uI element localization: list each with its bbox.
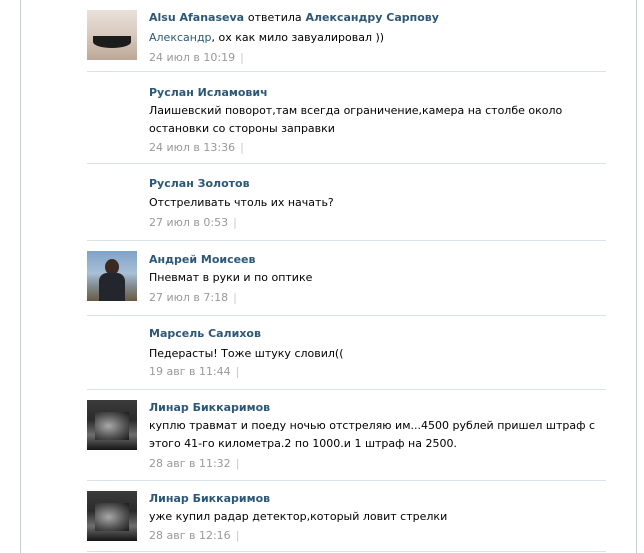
- meta-separator: |: [240, 141, 244, 154]
- comment-meta: 27 июл в 7:18 |: [149, 291, 237, 304]
- author-name[interactable]: Alsu Afanaseva: [149, 11, 244, 24]
- avatar[interactable]: [87, 491, 137, 541]
- comment-text: Александр, ох как мило завуалировал )): [149, 29, 604, 47]
- comment-date[interactable]: 27 июл в 0:53: [149, 216, 228, 229]
- comment-meta: 28 авг в 12:16 |: [149, 529, 239, 542]
- avatar-photo: [95, 503, 129, 531]
- meta-separator: |: [240, 51, 244, 64]
- comment-item: Alsu Afanaseva ответила Александру Сарпо…: [87, 0, 606, 72]
- author-name[interactable]: Андрей Моисеев: [149, 253, 255, 266]
- avatar-photo: [95, 412, 129, 440]
- comment-date[interactable]: 28 авг в 12:16: [149, 529, 231, 542]
- comment-text: уже купил радар детектор,который ловит с…: [149, 510, 448, 523]
- comment-meta: 24 июл в 10:19 |: [149, 51, 244, 64]
- reply-to-link[interactable]: Александру Сарпову: [305, 11, 438, 24]
- avatar-body: [99, 273, 125, 301]
- comment-text: Педерасты! Тоже штуку словил((: [149, 347, 344, 360]
- meta-separator: |: [235, 457, 240, 470]
- avatar[interactable]: [87, 10, 137, 60]
- left-border: [20, 0, 21, 553]
- comment-date[interactable]: 24 июл в 10:19: [149, 51, 235, 64]
- comment-date[interactable]: 24 июл в 13:36: [149, 141, 235, 154]
- comment-item: Руслан Золотов Отстреливать чтоль их нач…: [87, 164, 606, 241]
- comment-text: куплю травмат и поеду ночью отстреляю им…: [149, 419, 596, 450]
- comment-meta: 28 авг в 11:32 |: [149, 457, 239, 470]
- comment-date[interactable]: 19 авг в 11:44: [149, 365, 231, 378]
- comment-item: Андрей Моисеев Пневмат в руки и по оптик…: [87, 241, 606, 316]
- author-name[interactable]: Линар Биккаримов: [149, 492, 270, 505]
- comment-item: Линар Биккаримов куплю травмат и поеду н…: [87, 390, 606, 481]
- meta-separator: |: [233, 291, 237, 304]
- avatar-photo: [93, 36, 131, 48]
- author-name[interactable]: Руслан Золотов: [149, 177, 250, 190]
- avatar[interactable]: [87, 251, 137, 301]
- author-name[interactable]: Марсель Салихов: [149, 327, 261, 340]
- comment-body: , ох как мило завуалировал )): [211, 31, 385, 44]
- action-text: ответила: [247, 11, 302, 24]
- author-name[interactable]: Линар Биккаримов: [149, 401, 270, 414]
- meta-separator: |: [233, 216, 237, 229]
- comment-date[interactable]: 28 авг в 11:32: [149, 457, 231, 470]
- author-name[interactable]: Руслан Исламович: [149, 86, 268, 99]
- comment-item: Марсель Салихов Педерасты! Тоже штуку сл…: [87, 316, 606, 390]
- right-border: [636, 0, 637, 553]
- comment-meta: 19 авг в 11:44 |: [149, 365, 239, 378]
- comment-text: Отстреливать чтоль их начать?: [149, 196, 334, 209]
- comment-item: Руслан Исламович Лаишевский поворот,там …: [87, 72, 606, 164]
- mention-link[interactable]: Александр: [149, 31, 212, 44]
- comment-date[interactable]: 27 июл в 7:18: [149, 291, 228, 304]
- comment-text: Лаишевский поворот,там всегда ограничени…: [149, 104, 563, 135]
- comment-list: Alsu Afanaseva ответила Александру Сарпо…: [87, 0, 606, 552]
- comment-text: Пневмат в руки и по оптике: [149, 271, 313, 284]
- comment-item: Линар Биккаримов уже купил радар детекто…: [87, 481, 606, 552]
- comment-meta: 27 июл в 0:53 |: [149, 216, 237, 229]
- avatar[interactable]: [87, 400, 137, 450]
- meta-separator: |: [235, 529, 240, 542]
- comment-header: Alsu Afanaseva ответила Александру Сарпо…: [149, 11, 439, 24]
- comment-meta: 24 июл в 13:36 |: [149, 141, 244, 154]
- meta-separator: |: [235, 365, 240, 378]
